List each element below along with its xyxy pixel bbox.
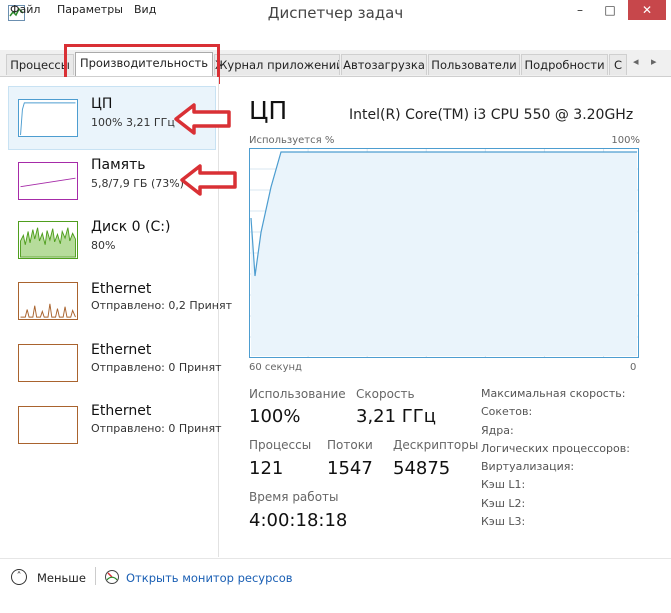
sidebar-item-title: Память — [91, 157, 146, 173]
ethernet-thumbnail — [18, 344, 78, 382]
handles-value: 54875 — [393, 458, 451, 479]
speed-value: 3,21 ГГц — [356, 406, 437, 427]
open-resource-monitor-link[interactable]: Открыть монитор ресурсов — [126, 571, 293, 585]
annotation-arrow-icon — [174, 103, 231, 135]
processes-label: Процессы — [249, 438, 312, 452]
maximize-button[interactable]: □ — [595, 0, 625, 20]
spec-logical-processors-label: Логических процессоров: — [481, 442, 630, 455]
sidebar-item-title: ЦП — [91, 96, 113, 112]
fewer-details-button[interactable]: Меньше — [37, 571, 86, 585]
graph-x-start-label: 60 секунд — [249, 362, 302, 373]
close-button[interactable]: ✕ — [628, 0, 666, 20]
sidebar-item-subtitle: Отправлено: 0 Принят — [91, 422, 222, 435]
disk-thumbnail — [18, 221, 78, 259]
annotation-arrow-icon — [180, 164, 237, 196]
tab-details[interactable]: Подробности — [521, 54, 608, 75]
cpu-thumbnail — [18, 99, 78, 137]
spec-l1-cache-label: Кэш L1: — [481, 478, 526, 491]
handles-label: Дескрипторы — [393, 438, 479, 452]
minimize-button[interactable]: – — [565, 0, 595, 20]
usage-area — [251, 152, 637, 356]
sidebar-item-title: Ethernet — [91, 403, 152, 419]
tab-scroll-right-icon[interactable]: ▸ — [651, 55, 657, 68]
graph-x-end-label: 0 — [630, 362, 637, 373]
sidebar-item-subtitle: 80% — [91, 239, 116, 252]
cpu-usage-graph — [249, 148, 639, 358]
resource-monitor-icon[interactable] — [104, 569, 120, 585]
menu-options[interactable]: Параметры — [57, 3, 123, 16]
sidebar-item-subtitle: 100% 3,21 ГГц — [91, 116, 175, 129]
threads-value: 1547 — [327, 458, 373, 479]
tab-users[interactable]: Пользователи — [428, 54, 520, 75]
spec-l3-cache-label: Кэш L3: — [481, 515, 526, 528]
footer-separator — [95, 567, 96, 585]
tab-app-history[interactable]: Журнал приложений — [214, 54, 340, 75]
tab-services[interactable]: С — [609, 54, 627, 75]
sidebar-item-title: Ethernet — [91, 342, 152, 358]
footer-divider — [0, 558, 671, 559]
uptime-label: Время работы — [249, 490, 339, 504]
page-title: ЦП — [249, 96, 288, 125]
menu-view[interactable]: Вид — [134, 3, 156, 16]
tab-scroll-left-icon[interactable]: ◂ — [633, 55, 639, 68]
usage-value: 100% — [249, 406, 301, 427]
cpu-model-name: Intel(R) Core(TM) i3 CPU 550 @ 3.20GHz — [349, 107, 634, 123]
ethernet-thumbnail — [18, 406, 78, 444]
sidebar-item-subtitle: Отправлено: 0 Принят — [91, 361, 222, 374]
speed-label: Скорость — [356, 387, 415, 401]
processes-value: 121 — [249, 458, 284, 479]
sidebar-item-subtitle: Отправлено: 0,2 Принят — [91, 299, 232, 312]
spec-sockets-label: Сокетов: — [481, 405, 533, 418]
ethernet-thumbnail — [18, 282, 78, 320]
usage-label: Использование — [249, 387, 346, 401]
spec-virtualization-label: Виртуализация: — [481, 460, 575, 473]
sidebar-item-title: Ethernet — [91, 281, 152, 297]
tab-startup[interactable]: Автозагрузка — [341, 54, 427, 75]
spec-cores-label: Ядра: — [481, 424, 514, 437]
menu-file[interactable]: Файл — [10, 3, 40, 16]
threads-label: Потоки — [327, 438, 373, 452]
sidebar-item-title: Диск 0 (C:) — [91, 219, 171, 235]
graph-y-max-label: 100% — [611, 135, 640, 146]
memory-thumbnail — [18, 162, 78, 200]
uptime-value: 4:00:18:18 — [249, 510, 348, 531]
spec-l2-cache-label: Кэш L2: — [481, 497, 526, 510]
spec-max-speed-label: Максимальная скорость: — [481, 387, 626, 400]
graph-y-label: Используется % — [249, 135, 335, 146]
sidebar-item-subtitle: 5,8/7,9 ГБ (73%) — [91, 177, 184, 190]
chevron-up-icon[interactable]: ˄ — [11, 569, 27, 585]
